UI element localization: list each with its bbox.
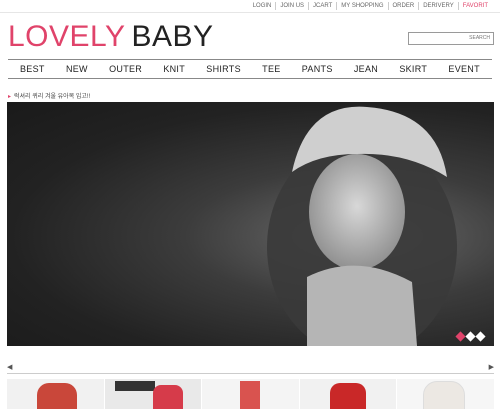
delivery-link[interactable]: DERIVERY bbox=[418, 2, 458, 10]
notice-text: 럭셔리 퀴리 겨울 유아복 입고!! bbox=[14, 94, 91, 100]
slide-indicators bbox=[455, 331, 486, 342]
nav-item-knit[interactable]: KNIT bbox=[163, 64, 185, 74]
search-label: SEARCH bbox=[469, 35, 490, 41]
product-thumb[interactable] bbox=[299, 379, 397, 409]
nav-item-skirt[interactable]: SKIRT bbox=[399, 64, 427, 74]
nav-item-best[interactable]: BEST bbox=[20, 64, 45, 74]
cart-link[interactable]: JCART bbox=[308, 2, 336, 10]
login-link[interactable]: LOGIN bbox=[249, 2, 276, 10]
order-link[interactable]: ORDER bbox=[387, 2, 419, 10]
logo-word-lovely: LOVELY bbox=[8, 20, 126, 53]
slide-dot-3[interactable] bbox=[475, 331, 486, 342]
product-thumb[interactable] bbox=[104, 379, 202, 409]
product-thumb[interactable] bbox=[7, 379, 104, 409]
slide-dot-2[interactable] bbox=[465, 331, 476, 342]
my-shopping-link[interactable]: MY SHOPPING bbox=[336, 2, 387, 10]
product-thumb[interactable] bbox=[202, 379, 299, 409]
nav-item-jean[interactable]: JEAN bbox=[354, 64, 378, 74]
scroll-left-icon[interactable]: ◀ bbox=[7, 363, 12, 371]
scroll-right-icon[interactable]: ▶ bbox=[489, 363, 494, 371]
slide-dot-1[interactable] bbox=[455, 331, 466, 342]
nav-item-outer[interactable]: OUTER bbox=[109, 64, 142, 74]
nav-item-new[interactable]: NEW bbox=[66, 64, 88, 74]
product-scroller: ◀ ▶ bbox=[7, 363, 494, 374]
favorite-link[interactable]: FAVORIT bbox=[457, 2, 492, 10]
hero-banner[interactable] bbox=[7, 102, 494, 346]
site-logo[interactable]: LOVELY BABY bbox=[8, 20, 214, 54]
join-link[interactable]: JOIN US bbox=[275, 2, 308, 10]
hero-photo bbox=[267, 106, 457, 346]
logo-word-baby: BABY bbox=[131, 20, 214, 53]
product-thumb[interactable] bbox=[397, 379, 494, 409]
search-input[interactable]: SEARCH bbox=[408, 32, 494, 45]
nav-item-tee[interactable]: TEE bbox=[262, 64, 280, 74]
nav-item-pants[interactable]: PANTS bbox=[302, 64, 333, 74]
notice-line[interactable]: ▸ 럭셔리 퀴리 겨울 유아복 입고!! bbox=[8, 91, 90, 100]
nav-item-shirts[interactable]: SHIRTS bbox=[206, 64, 241, 74]
nav-item-event[interactable]: EVENT bbox=[448, 64, 480, 74]
main-nav: BEST NEW OUTER KNIT SHIRTS TEE PANTS JEA… bbox=[8, 59, 492, 79]
product-thumbnails bbox=[7, 379, 494, 409]
triangle-right-icon: ▸ bbox=[8, 94, 12, 100]
top-bar: LOGIN JOIN US JCART MY SHOPPING ORDER DE… bbox=[0, 0, 500, 13]
top-links: LOGIN JOIN US JCART MY SHOPPING ORDER DE… bbox=[249, 2, 492, 10]
